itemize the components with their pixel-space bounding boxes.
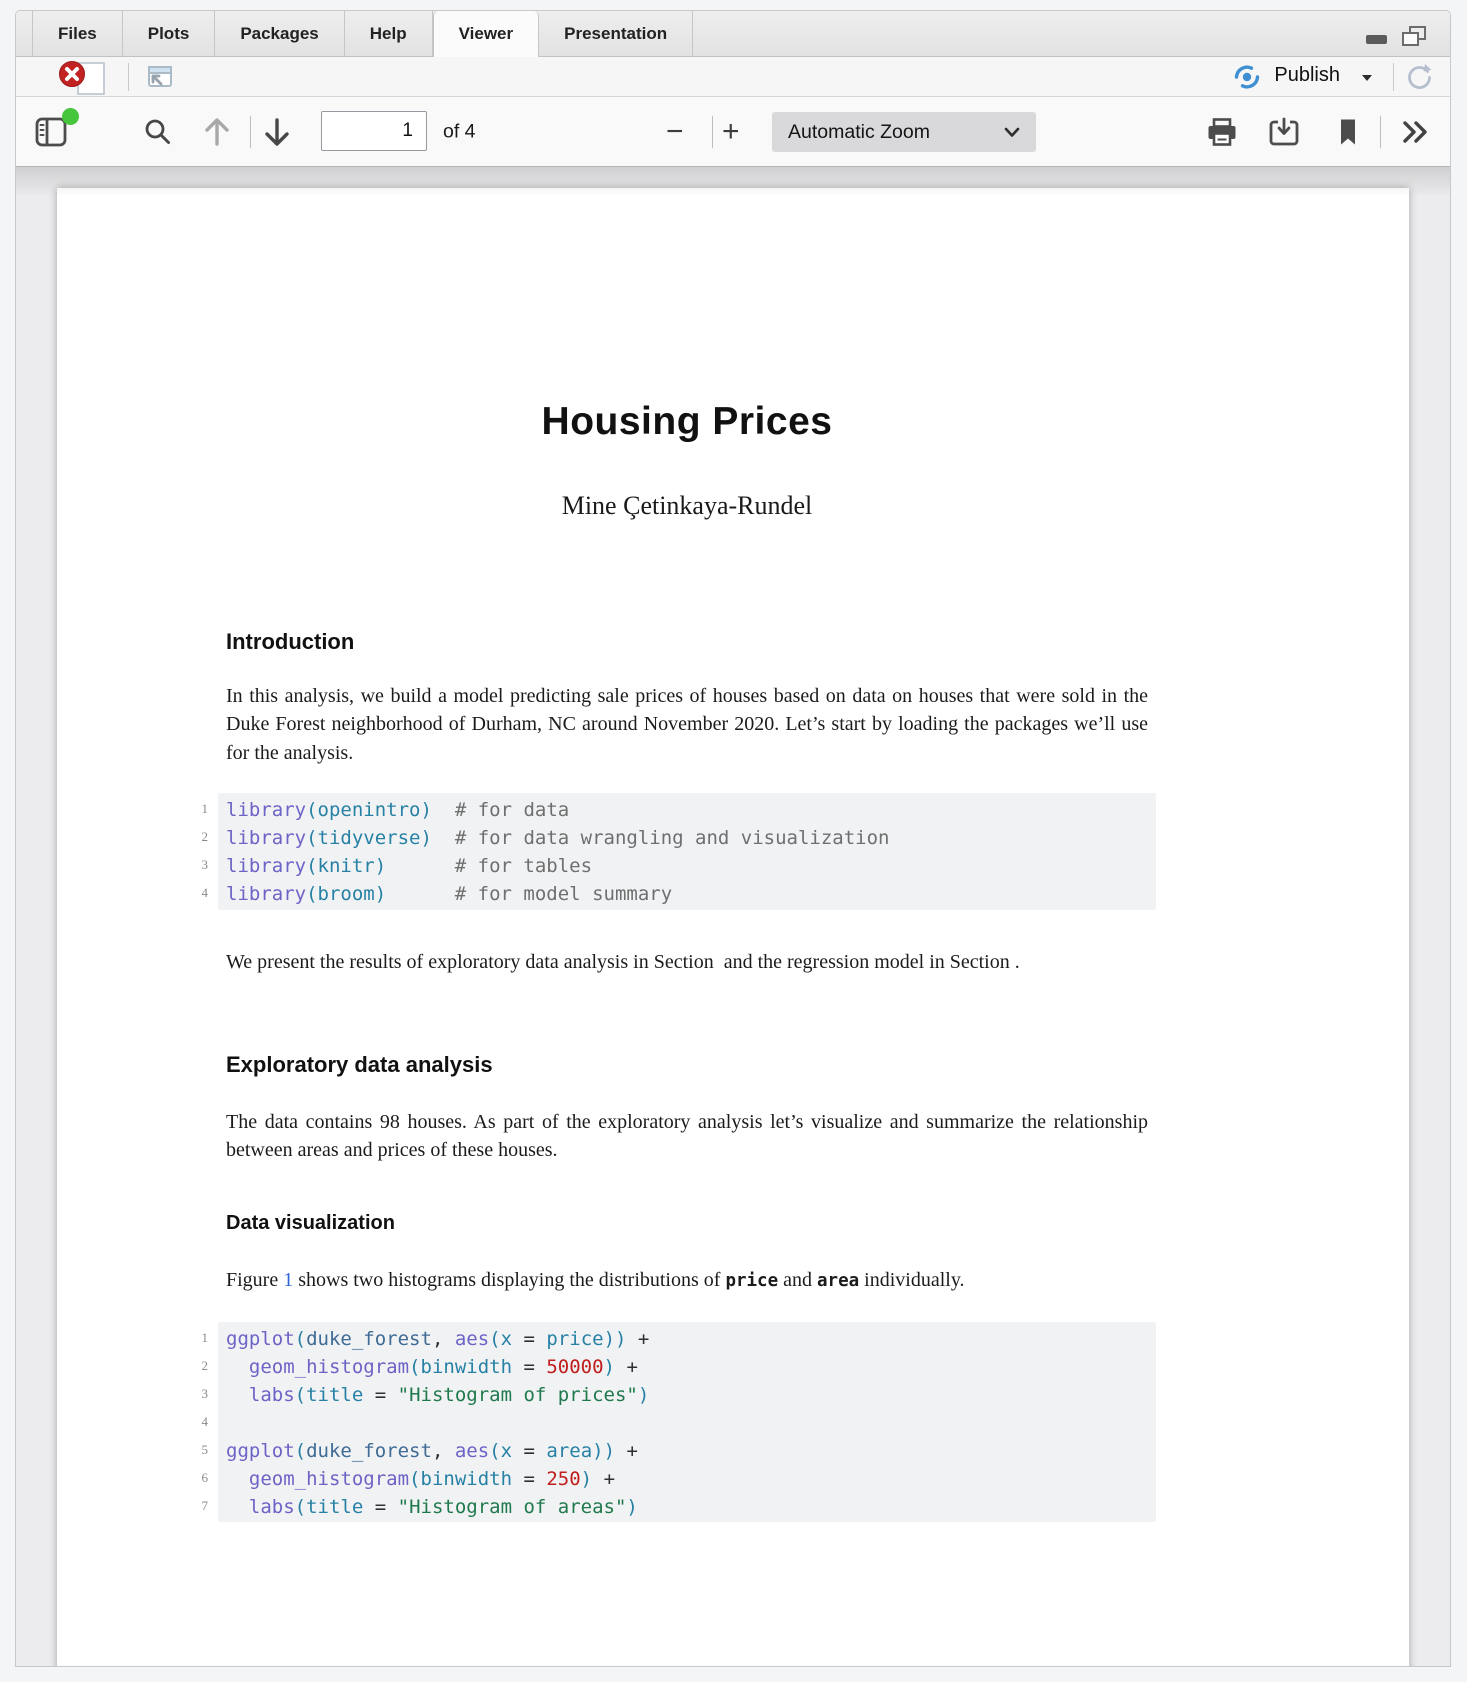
zoom-out-button[interactable]: −	[666, 117, 684, 147]
text-segment: In this analysis, we build a model predi…	[226, 685, 1148, 764]
bookmark-icon	[1336, 117, 1360, 147]
code-line: 7 labs(title = "Histogram of areas")	[226, 1493, 1156, 1521]
refresh-icon	[1404, 62, 1434, 92]
line-number: 4	[182, 886, 208, 899]
line-number: 5	[182, 1443, 208, 1456]
figure-ref-link[interactable]: 1	[283, 1269, 293, 1291]
toolbar-separator	[1380, 116, 1381, 148]
tab-files[interactable]: Files	[32, 11, 123, 56]
inline-code: area	[817, 1271, 859, 1291]
paragraph-eda: The data contains 98 houses. As part of …	[226, 1108, 1148, 1165]
tab-presentation[interactable]: Presentation	[539, 11, 693, 56]
code-line: 2library(tidyverse) # for data wrangling…	[226, 824, 1156, 852]
next-page-button[interactable]	[260, 116, 294, 148]
zoom-in-button[interactable]: +	[722, 117, 740, 147]
print-icon	[1206, 117, 1238, 147]
text-segment: and	[778, 1269, 817, 1291]
code-block-load-packages: 1library(openintro) # for data2library(t…	[218, 793, 1156, 910]
chevron-down-icon	[1004, 127, 1020, 138]
line-number: 3	[182, 1387, 208, 1400]
line-number: 2	[182, 830, 208, 843]
sidebar-notification-dot	[62, 108, 79, 125]
arrow-up-icon	[200, 116, 234, 148]
line-number: 1	[182, 1331, 208, 1344]
minimize-pane-icon[interactable]	[1364, 26, 1390, 46]
pane-window-controls	[1364, 25, 1428, 47]
double-chevron-right-icon	[1400, 118, 1430, 146]
code-line: 6 geom_histogram(binwidth = 250) +	[226, 1465, 1156, 1493]
tab-plots[interactable]: Plots	[123, 11, 216, 56]
heading-introduction: Introduction	[226, 629, 1148, 655]
line-number: 7	[182, 1499, 208, 1512]
inline-code: price	[725, 1271, 778, 1291]
line-number: 4	[182, 1415, 208, 1428]
print-button[interactable]	[1206, 117, 1238, 147]
code-line: 3library(knitr) # for tables	[226, 852, 1156, 880]
code-block-histograms: 1ggplot(duke_forest, aes(x = price)) +2 …	[218, 1322, 1156, 1522]
pane-tab-bar: FilesPlotsPackagesHelpViewerPresentation	[16, 11, 1450, 57]
publish-icon	[1233, 65, 1261, 89]
line-number: 3	[182, 858, 208, 871]
find-button[interactable]	[143, 117, 173, 147]
tab-strip: FilesPlotsPackagesHelpViewerPresentation	[16, 11, 1450, 57]
clear-viewer-button[interactable]	[56, 58, 112, 98]
line-number: 1	[182, 802, 208, 815]
save-button[interactable]	[1268, 117, 1300, 147]
line-number: 2	[182, 1359, 208, 1372]
heading-eda: Exploratory data analysis	[226, 1052, 1148, 1078]
doc-author: Mine Çetinkaya-Rundel	[226, 491, 1148, 521]
popout-window-icon	[144, 63, 174, 91]
code-line: 1library(openintro) # for data	[226, 796, 1156, 824]
code-line: 4library(broom) # for model summary	[226, 880, 1156, 908]
pdf-page: Housing Prices Mine Çetinkaya-Rundel Int…	[57, 188, 1409, 1667]
arrow-down-icon	[260, 116, 294, 148]
page-number-input[interactable]	[321, 111, 427, 151]
text-segment: We present the results of exploratory da…	[226, 951, 1020, 973]
code-line: 3 labs(title = "Histogram of prices")	[226, 1381, 1156, 1409]
maximize-pane-icon[interactable]	[1400, 25, 1428, 47]
page-count-label: of 4	[443, 120, 476, 143]
pdf-viewport[interactable]: Housing Prices Mine Çetinkaya-Rundel Int…	[16, 167, 1450, 1667]
text-segment: individually.	[859, 1269, 964, 1291]
tab-packages[interactable]: Packages	[215, 11, 344, 56]
pdfjs-toolbar: of 4 − + Automatic Zoom	[16, 97, 1450, 167]
publish-button[interactable]: Publish	[1274, 64, 1340, 87]
paragraph-figure: Figure 1 shows two histograms displaying…	[226, 1266, 1148, 1295]
zoom-select-value: Automatic Zoom	[788, 121, 930, 144]
text-segment: shows two histograms displaying the dist…	[293, 1269, 725, 1291]
toolbar-separator	[1393, 63, 1394, 91]
bookmark-button[interactable]	[1336, 117, 1360, 147]
download-icon	[1268, 117, 1300, 147]
text-segment: Figure	[226, 1269, 283, 1291]
publish-dropdown-caret-icon[interactable]	[1360, 73, 1374, 83]
toolbar-separator	[712, 116, 713, 148]
previous-page-button[interactable]	[200, 116, 234, 148]
refresh-button[interactable]	[1404, 62, 1434, 92]
viewer-pane: FilesPlotsPackagesHelpViewerPresentation	[15, 10, 1451, 1667]
tab-help[interactable]: Help	[345, 11, 433, 56]
code-line: 4	[226, 1409, 1156, 1437]
viewer-toolbar: Publish	[16, 57, 1450, 97]
toolbar-separator	[128, 63, 129, 91]
open-in-new-window-button[interactable]	[144, 63, 174, 91]
heading-data-visualization: Data visualization	[226, 1212, 1148, 1235]
code-line: 5ggplot(duke_forest, aes(x = area)) +	[226, 1437, 1156, 1465]
code-line: 2 geom_histogram(binwidth = 50000) +	[226, 1353, 1156, 1381]
tab-viewer[interactable]: Viewer	[433, 11, 540, 57]
text-segment: The data contains 98 houses. As part of …	[226, 1111, 1148, 1161]
paragraph-intro: In this analysis, we build a model predi…	[226, 682, 1148, 767]
zoom-select[interactable]: Automatic Zoom	[772, 112, 1036, 152]
line-number: 6	[182, 1471, 208, 1484]
code-line: 1ggplot(duke_forest, aes(x = price)) +	[226, 1325, 1156, 1353]
toolbar-separator	[250, 116, 251, 148]
paragraph-sections-note: We present the results of exploratory da…	[226, 948, 1148, 976]
search-icon	[143, 117, 173, 147]
doc-title: Housing Prices	[226, 400, 1148, 444]
more-tools-button[interactable]	[1400, 118, 1430, 146]
